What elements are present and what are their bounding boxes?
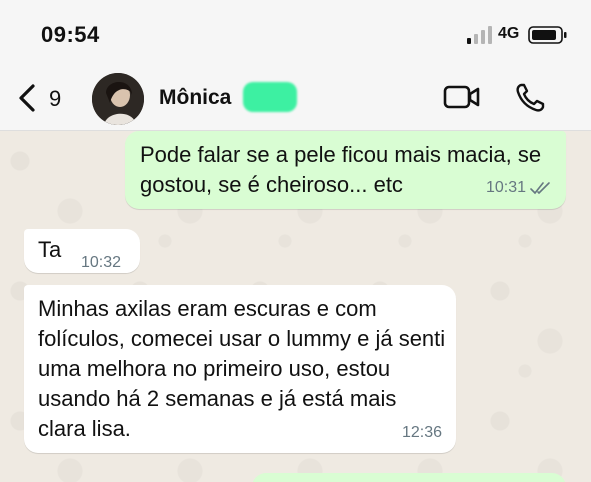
message-text: Ta — [38, 237, 62, 262]
signal-icon — [467, 26, 492, 44]
video-call-icon[interactable] — [443, 83, 481, 111]
message-outgoing-partial[interactable] — [252, 473, 566, 482]
phone-call-icon[interactable] — [514, 82, 546, 114]
message-meta: 10:31 — [486, 173, 552, 203]
message-time: 10:32 — [81, 254, 122, 271]
read-receipt-icon — [530, 182, 550, 195]
chat-header: 9 Mônica — [0, 66, 591, 131]
message-time: 10:31 — [485, 179, 526, 196]
message-time: 12:36 — [401, 424, 442, 441]
avatar[interactable] — [92, 73, 144, 125]
message-text: Minhas axilas eram escuras e com folícul… — [38, 296, 446, 441]
redaction-mark — [243, 82, 297, 112]
contact-name[interactable]: Mônica — [159, 86, 231, 110]
message-outgoing[interactable]: Pode falar se a pele ficou mais macia, s… — [125, 131, 566, 209]
network-type: 4G — [498, 25, 520, 42]
back-chevron-icon[interactable] — [14, 82, 40, 114]
battery-icon — [528, 26, 567, 44]
status-time: 09:54 — [41, 22, 100, 47]
avatar-photo — [92, 73, 144, 125]
unread-count[interactable]: 9 — [49, 86, 61, 112]
message-incoming[interactable]: Minhas axilas eram escuras e com folícul… — [24, 285, 456, 453]
chat-area[interactable]: Pode falar se a pele ficou mais macia, s… — [0, 131, 591, 482]
message-incoming[interactable]: Ta 10:32 — [24, 229, 140, 273]
status-bar: 09:54 4G — [0, 0, 591, 66]
